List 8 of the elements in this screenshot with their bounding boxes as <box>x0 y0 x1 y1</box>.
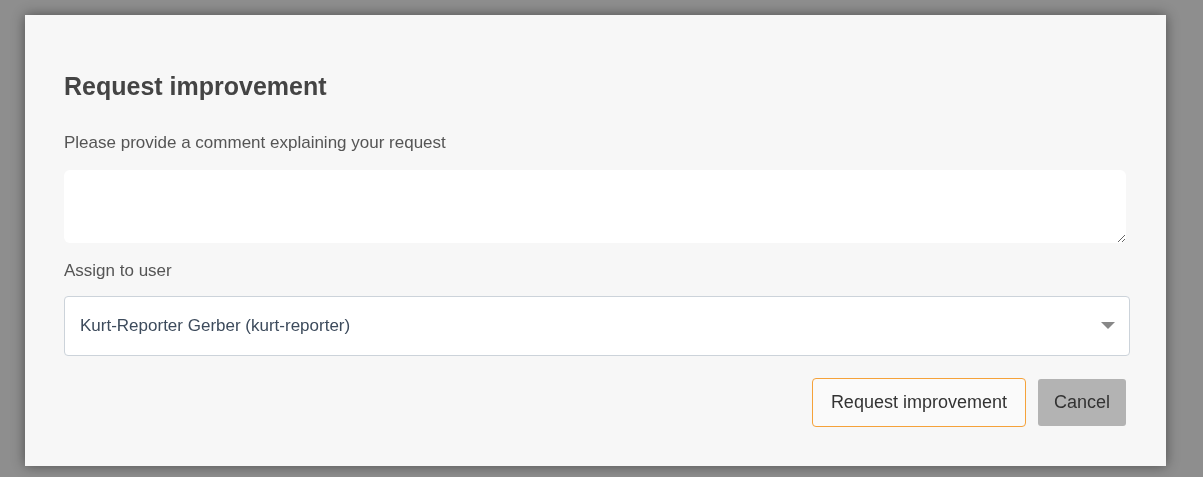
dropdown-caret-icon <box>1101 322 1115 330</box>
assign-label: Assign to user <box>64 260 173 282</box>
cancel-button[interactable]: Cancel <box>1037 379 1126 426</box>
comment-field[interactable] <box>64 170 1126 243</box>
comment-label: Please provide a comment explaining your request <box>64 132 447 154</box>
assignee-select[interactable]: Kurt-Reporter Gerber (kurt-reporter) <box>64 296 1130 356</box>
dialog-title: Request improvement <box>64 71 328 101</box>
request-button[interactable]: Request improvement <box>811 378 1026 427</box>
